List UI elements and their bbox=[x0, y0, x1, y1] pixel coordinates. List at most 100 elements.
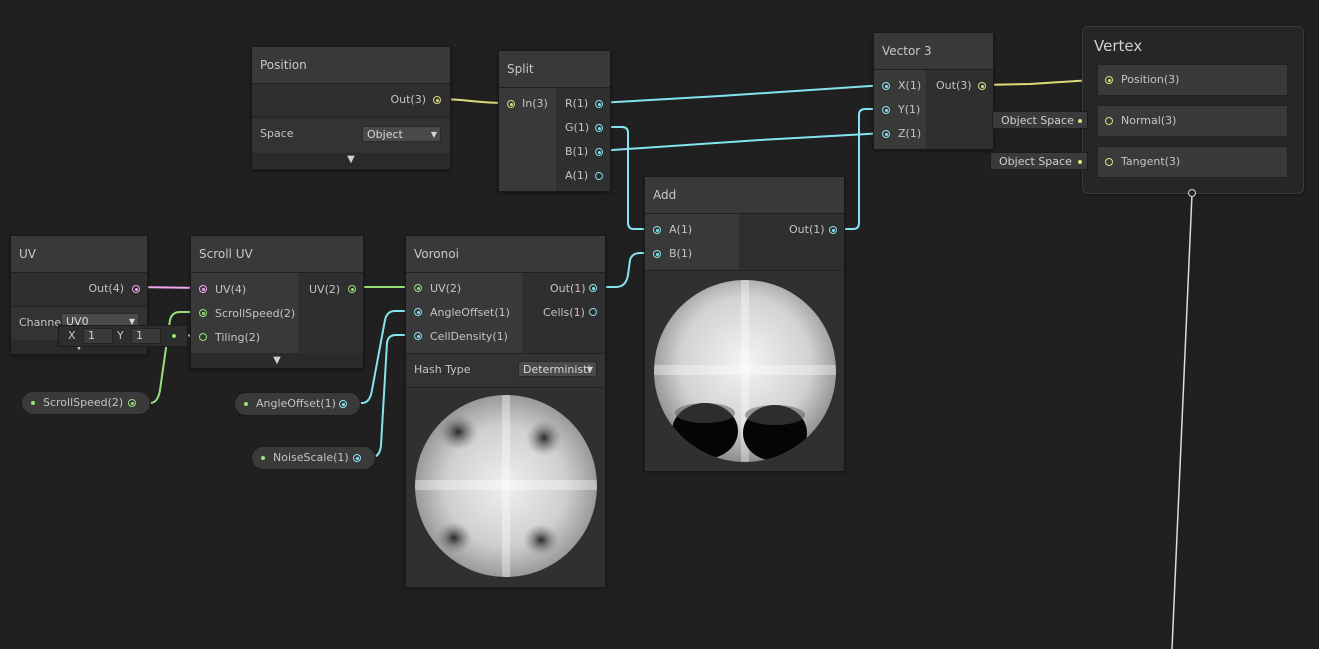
output-port-out[interactable] bbox=[589, 284, 597, 292]
output-port-cells[interactable] bbox=[589, 308, 597, 316]
slot-label-normal: Normal(3) bbox=[1121, 114, 1177, 127]
input-port-tangent[interactable] bbox=[1105, 158, 1113, 166]
input-label-z: Z(1) bbox=[898, 127, 922, 140]
input-port-uv[interactable] bbox=[414, 284, 422, 292]
node-title: Split bbox=[499, 51, 610, 88]
tiling-y-label: Y bbox=[117, 329, 124, 342]
node-title: Position bbox=[252, 47, 450, 84]
node-title: Add bbox=[645, 177, 844, 214]
out-label: Out(1) bbox=[789, 223, 825, 236]
property-label: ScrollSpeed(2) bbox=[43, 396, 124, 409]
channel-label: Channe bbox=[19, 316, 62, 329]
input-port-celldensity[interactable] bbox=[414, 332, 422, 340]
tangent-space-value: Object Space bbox=[999, 155, 1072, 168]
normal-space-value: Object Space bbox=[1001, 114, 1074, 127]
space-value: Object bbox=[367, 128, 403, 141]
input-label-x: X(1) bbox=[898, 79, 922, 92]
vertex-output-port[interactable] bbox=[1188, 189, 1196, 197]
input-port-uv[interactable] bbox=[199, 285, 207, 293]
output-port-a[interactable] bbox=[595, 172, 603, 180]
property-indicator-icon bbox=[261, 456, 265, 460]
output-port-g[interactable] bbox=[595, 124, 603, 132]
collapse-chevron-icon[interactable]: ▼ bbox=[191, 354, 363, 368]
connector-dot-icon bbox=[1078, 160, 1082, 164]
input-port[interactable] bbox=[507, 100, 515, 108]
input-label-uv: UV(4) bbox=[215, 283, 247, 296]
property-label: AngleOffset(1) bbox=[256, 397, 336, 410]
output-port[interactable] bbox=[978, 82, 986, 90]
input-label-angleoffset: AngleOffset(1) bbox=[430, 306, 510, 319]
add-node[interactable]: Add A(1) B(1) Out(1) bbox=[644, 176, 845, 471]
wire-split-r-to-vector3-x bbox=[597, 84, 886, 104]
input-label-celldensity: CellDensity(1) bbox=[430, 330, 508, 343]
position-node[interactable]: Position Out(3) Space Object ▼ ▼ bbox=[251, 46, 451, 170]
output-port[interactable] bbox=[829, 226, 837, 234]
output-port[interactable] bbox=[128, 399, 136, 407]
input-port-position[interactable] bbox=[1105, 76, 1113, 84]
output-port[interactable] bbox=[339, 400, 347, 408]
input-label-tiling: Tiling(2) bbox=[215, 331, 261, 344]
vertex-slot-position[interactable]: Position(3) bbox=[1097, 64, 1288, 96]
vertex-slot-normal[interactable]: Normal(3) bbox=[1097, 105, 1288, 137]
dropdown-arrow-icon: ▼ bbox=[586, 365, 593, 374]
tiling-vector-field[interactable]: X 1 Y 1 bbox=[58, 325, 188, 347]
output-port[interactable] bbox=[132, 285, 140, 293]
voronoi-node[interactable]: Voronoi UV(2) AngleOffset(1) CellDensity… bbox=[405, 235, 606, 587]
vertex-block[interactable]: Vertex Position(3) Normal(3) Tangent(3) bbox=[1082, 26, 1304, 197]
tangent-space-field[interactable]: Object Space bbox=[990, 152, 1088, 170]
input-label-y: Y(1) bbox=[898, 103, 921, 116]
slot-label-position: Position(3) bbox=[1121, 73, 1180, 86]
input-port-z[interactable] bbox=[882, 130, 890, 138]
property-indicator-icon bbox=[31, 401, 35, 405]
noisescale-property-node[interactable]: NoiseScale(1) bbox=[251, 446, 376, 470]
out-label: Out(3) bbox=[936, 79, 972, 92]
connector-dot-icon bbox=[1078, 119, 1082, 123]
hash-type-label: Hash Type bbox=[414, 363, 471, 376]
space-dropdown[interactable]: Object ▼ bbox=[362, 126, 441, 142]
normal-space-field[interactable]: Object Space bbox=[992, 111, 1088, 129]
node-title: Scroll UV bbox=[191, 236, 363, 273]
property-label: NoiseScale(1) bbox=[273, 451, 349, 464]
input-port-b[interactable] bbox=[653, 250, 661, 258]
output-port-r[interactable] bbox=[595, 100, 603, 108]
hash-type-dropdown[interactable]: Deterministi ▼ bbox=[518, 361, 597, 377]
add-preview-sphere bbox=[654, 280, 836, 462]
input-label-a: A(1) bbox=[669, 223, 693, 236]
angleoffset-property-node[interactable]: AngleOffset(1) bbox=[234, 392, 361, 416]
input-port-normal[interactable] bbox=[1105, 117, 1113, 125]
out-label: UV(2) bbox=[309, 283, 341, 296]
in-label: In(3) bbox=[522, 97, 548, 110]
output-label-r: R(1) bbox=[565, 97, 589, 110]
output-port[interactable] bbox=[353, 454, 361, 462]
tiling-y-input[interactable]: 1 bbox=[131, 328, 161, 344]
node-title: Voronoi bbox=[406, 236, 605, 273]
collapse-chevron-icon[interactable]: ▼ bbox=[252, 153, 450, 167]
output-port[interactable] bbox=[348, 285, 356, 293]
property-indicator-icon bbox=[244, 402, 248, 406]
tiling-x-input[interactable]: 1 bbox=[83, 328, 113, 344]
output-label-b: B(1) bbox=[565, 145, 589, 158]
space-label: Space bbox=[260, 127, 294, 140]
input-port-angleoffset[interactable] bbox=[414, 308, 422, 316]
outputs-panel bbox=[11, 273, 147, 304]
input-port-scrollspeed[interactable] bbox=[199, 309, 207, 317]
out-label: Out(3) bbox=[390, 93, 426, 106]
output-port[interactable] bbox=[433, 96, 441, 104]
input-label-scrollspeed: ScrollSpeed(2) bbox=[215, 307, 296, 320]
input-port-y[interactable] bbox=[882, 106, 890, 114]
output-label-a: A(1) bbox=[565, 169, 589, 182]
vertex-slot-tangent[interactable]: Tangent(3) bbox=[1097, 146, 1288, 178]
split-node[interactable]: Split In(3) R(1) G(1) B(1) A(1) bbox=[498, 50, 611, 192]
vector3-node[interactable]: Vector 3 X(1) Y(1) Z(1) Out(3) bbox=[873, 32, 994, 150]
dropdown-arrow-icon: ▼ bbox=[430, 130, 437, 139]
node-title: Vector 3 bbox=[874, 33, 993, 70]
output-port-b[interactable] bbox=[595, 148, 603, 156]
input-port-tiling[interactable] bbox=[199, 333, 207, 341]
input-port-a[interactable] bbox=[653, 226, 661, 234]
scrollspeed-property-node[interactable]: ScrollSpeed(2) bbox=[21, 391, 151, 415]
scroll-uv-node[interactable]: Scroll UV UV(4) ScrollSpeed(2) Tiling(2)… bbox=[190, 235, 364, 369]
wire-vertex-down bbox=[1171, 193, 1193, 649]
input-port-x[interactable] bbox=[882, 82, 890, 90]
vertex-title: Vertex bbox=[1094, 37, 1143, 55]
out-label: Out(4) bbox=[88, 282, 124, 295]
